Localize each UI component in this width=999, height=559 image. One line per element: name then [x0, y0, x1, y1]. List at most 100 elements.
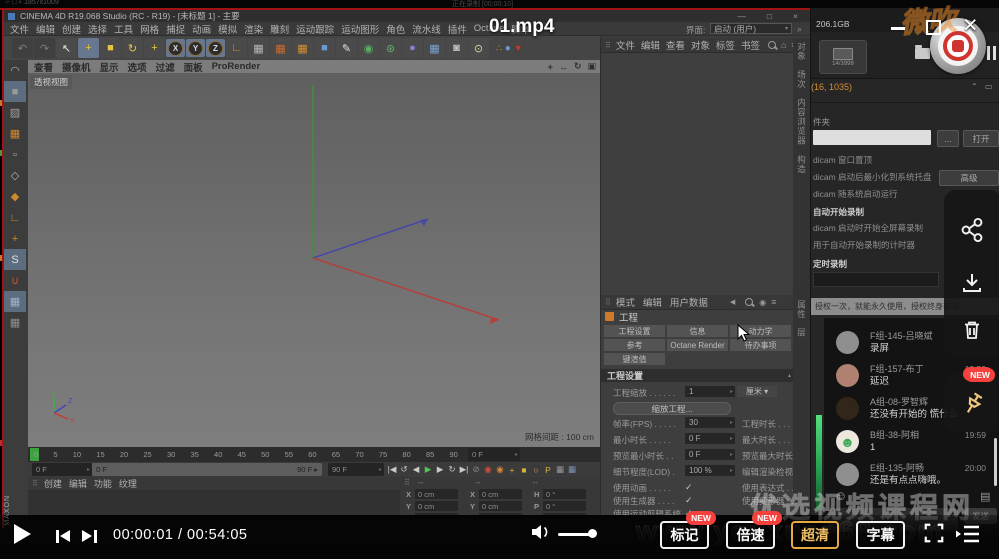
- key-rotation-icon: ○: [530, 465, 542, 475]
- coordinates-manager: ⠿ -- -- -- X0 cmY0 cmZ0 cm X0 cmY0 cmZ0 …: [400, 477, 600, 515]
- chat-message-text: 1: [870, 441, 996, 454]
- avatar: ☻: [836, 430, 859, 453]
- player-minimize-button[interactable]: [891, 27, 905, 30]
- chat-scrollbar[interactable]: [994, 438, 997, 486]
- edges-mode-icon: ◇: [4, 165, 26, 186]
- divider: [811, 102, 999, 103]
- layout-arrow-icon: ▼: [514, 43, 523, 53]
- rotate-view-icon: ↻: [574, 61, 582, 72]
- play-button[interactable]: [14, 524, 31, 544]
- search-icon: ⌕: [797, 24, 802, 35]
- material-menu-item: 功能: [94, 477, 112, 490]
- attribute-check-row: 使用动画 . . . . . ✓ 使用表达式 . . .: [601, 482, 810, 495]
- mark-button[interactable]: 标记: [660, 521, 709, 549]
- side-tab: 对象: [796, 42, 808, 61]
- side-tab: 属性: [796, 300, 808, 319]
- attribute-row: 预览最小时长 . . 0 F 预览最大时长 .: [601, 448, 810, 464]
- timeline-tick: 15: [96, 450, 104, 459]
- object-menu-item: 文件: [616, 38, 635, 52]
- gizmo-x-label: X: [70, 418, 75, 425]
- c4d-titlebar: CINEMA 4D R19.068 Studio (RC - R19) - [未…: [4, 10, 810, 22]
- timeline-tick: 75: [379, 450, 387, 459]
- avatar: [836, 364, 859, 387]
- c4d-minimize-icon: —: [738, 11, 747, 21]
- coord-field: 0 °: [543, 501, 586, 511]
- convert-tool-icon: ◠: [4, 60, 26, 81]
- avatar: [836, 331, 859, 354]
- screen-region-icon: [833, 48, 853, 60]
- coord-field: 0 cm: [415, 501, 458, 511]
- next-video-button[interactable]: [82, 530, 92, 542]
- pause-icon: [993, 46, 996, 60]
- previous-video-icon[interactable]: [60, 530, 70, 542]
- recording-meta-bar: ⌐ □ ⌕ 1857x1009 正在录制 [00:00:10]: [0, 0, 999, 8]
- player-maximize-button[interactable]: [926, 20, 941, 35]
- c4d-menu-item: 文件: [10, 22, 29, 36]
- grip-icon: ⠿: [404, 478, 410, 487]
- player-close-button[interactable]: ×: [963, 11, 978, 40]
- volume-knob[interactable]: [588, 529, 597, 538]
- avatar: [836, 463, 859, 486]
- c4d-maximize-icon: □: [767, 11, 772, 21]
- object-menu-item: 标签: [716, 38, 735, 52]
- chat-message-text: 还是有点点嗨哦。: [870, 474, 996, 487]
- workplane-mode-icon: ▦: [4, 123, 26, 144]
- previous-video-button[interactable]: [56, 530, 59, 543]
- next-video-icon[interactable]: [94, 530, 97, 543]
- animation-toolbar: 0 F 0 F 90 F ▸ 90 F |◀↺◀▶▶↻▶|⊘◉◉+■○P▦▦: [28, 462, 600, 477]
- coords-rotation-column: H0 °P0 °B0 °: [534, 489, 590, 515]
- attribute-side-tabs: 属性层: [793, 295, 810, 515]
- attribute-tabs: 工程设置信息动力学参考Octane Render待办事项键渲值: [601, 323, 798, 367]
- render-view-icon: ▦: [248, 38, 269, 58]
- coords-rotation-header: --: [533, 478, 538, 487]
- emoji-icon[interactable]: ☺: [834, 488, 847, 503]
- c4d-toolbar: ↶↷↖+■↻+ X Y Z ∟▦▦▦■✎◉⊛●▦◙⊙ ∴ ● ▼: [4, 36, 600, 60]
- pin-icon[interactable]: [960, 391, 986, 417]
- coord-field: 0 cm: [479, 489, 522, 499]
- material-menu-item: 纹理: [119, 477, 137, 490]
- volume-icon[interactable]: [531, 524, 551, 540]
- pin-new-badge: NEW: [965, 368, 995, 382]
- workplane-icon: ▦: [4, 291, 26, 312]
- chat-message: ☻ B组-38-阿相 19:59 1: [836, 429, 996, 454]
- c4d-menu-item: 选择: [88, 22, 107, 36]
- collapse-icon: ⌃: [971, 82, 978, 91]
- timeline-tick: 30: [167, 450, 175, 459]
- timeline-tick: 85: [426, 450, 434, 459]
- floor-object-icon: ●: [402, 38, 423, 58]
- download-icon[interactable]: [960, 271, 984, 295]
- record-stop-square: [952, 40, 964, 52]
- speed-button[interactable]: 倍速: [726, 521, 775, 549]
- avatar-face-icon: ☻: [840, 435, 855, 449]
- subtitle-button[interactable]: 字幕: [856, 521, 905, 549]
- c4d-menubar: 文件编辑创建选择工具网格捕捉动画模拟渲染雕刻运动跟踪运动图形角色流水线插件Oct…: [4, 22, 810, 36]
- attribute-row: 帧率(FPS) . . . . . 30 工程时长 . . . .: [601, 416, 810, 432]
- timer-record-section: 定时录制: [813, 258, 847, 270]
- c4d-menu-item: 运动图形: [341, 22, 379, 36]
- quality-button[interactable]: 超清: [791, 521, 839, 549]
- loop-icon: ↺: [398, 464, 410, 475]
- range-end-label: 90 F ▸: [297, 465, 318, 474]
- timeline-tick: 80: [402, 450, 410, 459]
- coords-scale-header: --: [475, 478, 480, 487]
- zoom-view-icon: ↔: [559, 62, 568, 72]
- attribute-field: 30: [685, 417, 735, 428]
- c4d-menu-item: 动画: [192, 22, 211, 36]
- coord-field: 0 cm: [479, 501, 522, 511]
- coord-field: 0 cm: [415, 489, 458, 499]
- search-icon: [768, 41, 776, 49]
- attribute-menu-item: 模式: [616, 295, 635, 309]
- share-icon[interactable]: [960, 217, 984, 243]
- project-icon: [605, 312, 614, 321]
- fullscreen-icon[interactable]: [923, 522, 945, 544]
- trash-icon[interactable]: [960, 318, 984, 342]
- key-pla-icon: ▦: [554, 464, 566, 475]
- play-icon: ▶: [422, 464, 434, 475]
- snap-icon: S: [4, 249, 26, 270]
- timeline-ruler: 051015202530354045505560657075808590 0 F: [28, 447, 600, 462]
- timeline-tick: 70: [355, 450, 363, 459]
- scale-tool-icon: ■: [100, 38, 121, 58]
- side-tab: 构造: [796, 155, 808, 174]
- announcement-icon[interactable]: ▤: [980, 490, 990, 503]
- playlist-icon[interactable]: [955, 524, 981, 544]
